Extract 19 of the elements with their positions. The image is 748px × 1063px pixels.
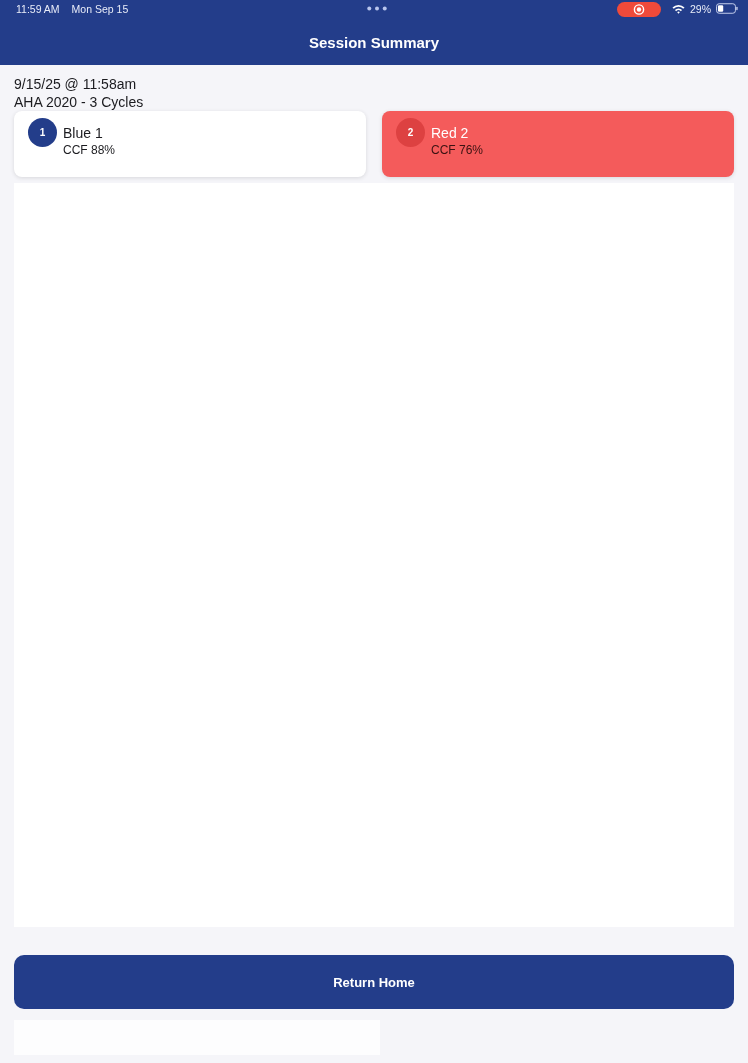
status-date: Mon Sep 15 [71,2,129,15]
wifi-icon [672,3,685,14]
session-protocol: AHA 2020 - 3 Cycles [14,93,144,111]
number-badge: 1 [28,118,57,147]
ccf-value: CCF 76% [431,142,483,158]
battery-percent: 29% [690,2,711,15]
participant-card[interactable]: 2 Red 2 CCF 76% [382,111,734,177]
status-time: 11:59 AM [16,2,60,15]
more-dots-icon[interactable] [367,6,387,11]
battery-icon [716,3,738,14]
participant-name: Blue 1 [63,125,103,142]
ccf-value: CCF 88% [63,142,115,158]
participant-card[interactable]: 1 Blue 1 CCF 88% [14,111,366,177]
screen-title: Session Summary [308,33,440,51]
return-home-button[interactable]: Return Home [14,955,734,1009]
participant-name: Red 2 [431,125,469,142]
number-badge: 2 [396,118,425,147]
session-datetime: 9/15/25 @ 11:58am [14,75,137,93]
record-indicator-icon [617,2,661,17]
